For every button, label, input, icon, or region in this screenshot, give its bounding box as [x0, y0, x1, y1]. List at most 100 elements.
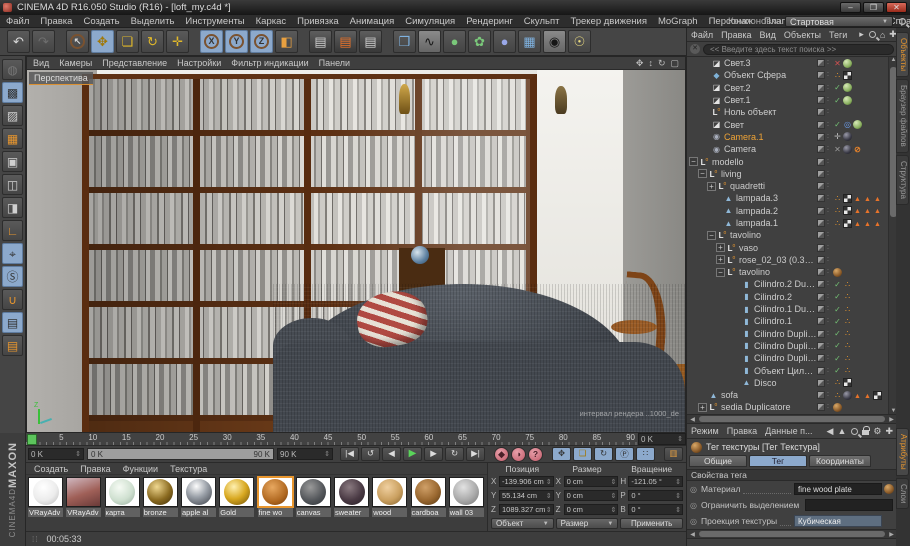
object-name[interactable]: Cilindro.1 Duplicatore	[754, 304, 817, 314]
object-tree-row[interactable]: sedia Duplicatore :	[687, 401, 897, 413]
visibility-dots-icon[interactable]: :	[827, 182, 831, 190]
render-view-button[interactable]: ▤	[309, 30, 332, 53]
texture-mode-button[interactable]: ▨	[2, 105, 23, 126]
grip-handle[interactable]: ⁞⁞	[32, 535, 38, 544]
viewport-menu-item[interactable]: Вид	[33, 58, 49, 68]
object-name[interactable]: rose_02_03 (0.32 m)	[739, 255, 817, 265]
visibility-dots-icon[interactable]: :	[827, 194, 831, 202]
viewport-menu-item[interactable]: Настройки	[177, 58, 221, 68]
edit-toggle-icon[interactable]	[817, 354, 825, 362]
spinner-icon[interactable]: ⇕	[546, 478, 552, 486]
visibility-dots-icon[interactable]: :	[827, 317, 831, 325]
visibility-dots-icon[interactable]: :	[827, 158, 831, 166]
object-manager-menu-item[interactable]: Вид	[760, 30, 776, 40]
quantize-toggle-button[interactable]: ∪	[2, 289, 23, 310]
edit-toggle-icon[interactable]	[817, 379, 825, 387]
object-name[interactable]: Свет.2	[724, 83, 817, 93]
viewport-zoom-icon[interactable]: ↕	[648, 58, 653, 69]
attribute-tab[interactable]: Координаты	[809, 455, 871, 467]
key-pla-toggle[interactable]: ∷	[636, 447, 655, 461]
viewport-canvas[interactable]: Перспектива интервал рендера ..1000_de Z	[27, 70, 685, 432]
expand-toggle-icon[interactable]	[716, 255, 725, 264]
material-item[interactable]: sweater	[334, 477, 370, 517]
object-name[interactable]: Cilindro Duplicatore.1	[754, 341, 817, 351]
workplane-lock-button[interactable]: ▤	[2, 312, 23, 333]
lock-icon[interactable]	[862, 430, 869, 435]
object-name[interactable]: sedia Duplicatore	[721, 402, 817, 412]
object-name[interactable]: Camera	[724, 144, 817, 154]
scroll-left-icon[interactable]: ◀	[688, 531, 697, 538]
object-name[interactable]: Disco	[754, 378, 817, 388]
visibility-dots-icon[interactable]: :	[827, 108, 831, 116]
spinner-icon[interactable]: ⇕	[324, 450, 330, 458]
object-name[interactable]: Cilindro.1	[754, 316, 817, 326]
visibility-dots-icon[interactable]: :	[827, 59, 831, 67]
add-camera-button[interactable]: ◉	[543, 30, 566, 53]
object-name[interactable]: Объект Цилиндр	[754, 366, 817, 376]
object-tree-row[interactable]: lampada.2 :	[687, 205, 897, 217]
edit-toggle-icon[interactable]	[817, 342, 825, 350]
attribute-menu-item[interactable]: Режим	[691, 426, 719, 436]
object-tree-row[interactable]: rose_02_03 (0.32 m) :	[687, 254, 897, 266]
expand-toggle-icon[interactable]	[716, 268, 725, 277]
keyframe-circle-icon[interactable]: ◎	[690, 485, 699, 494]
visibility-dots-icon[interactable]: :	[827, 71, 831, 79]
material-item[interactable]: wall 03	[449, 477, 485, 517]
lock-y-axis-button[interactable]: Y	[225, 30, 248, 53]
range-start-field[interactable]: 0 K ⇕	[28, 448, 84, 460]
scroll-thumb[interactable]	[699, 416, 885, 422]
menu-item[interactable]: Инструменты	[185, 16, 244, 27]
minimal-timeline-button[interactable]: ▥	[664, 447, 683, 461]
object-tree-row[interactable]: tavolino :	[687, 229, 897, 241]
preview-range-slider[interactable]: 0 K 90 K	[87, 448, 274, 460]
scroll-thumb[interactable]	[699, 531, 885, 537]
scale-tool[interactable]: ❏	[116, 30, 139, 53]
object-manager-menu-item[interactable]: Файл	[691, 30, 713, 40]
add-icon[interactable]: ✚	[885, 426, 893, 437]
edges-mode-button[interactable]: ◫	[2, 174, 23, 195]
viewport-pan-icon[interactable]: ✥	[636, 58, 644, 69]
object-name[interactable]: lampada.1	[736, 218, 817, 228]
history-up-icon[interactable]: ▲	[837, 426, 846, 436]
expand-arrow-icon[interactable]: ▸	[859, 29, 864, 40]
menu-item[interactable]: Симуляция	[405, 16, 455, 27]
playhead[interactable]	[27, 434, 37, 445]
attribute-tab[interactable]: Тег	[749, 455, 807, 467]
minimize-button[interactable]: –	[840, 2, 861, 13]
menu-item[interactable]: Выделить	[131, 16, 175, 27]
expand-toggle-icon[interactable]	[716, 243, 725, 252]
dock-tab[interactable]: Браузер файлов	[896, 79, 909, 153]
material-menu-item[interactable]: Правка	[80, 464, 110, 474]
dock-tab[interactable]: Структура	[896, 155, 909, 205]
coordinate-field[interactable]: 0 ° ⇕	[628, 504, 683, 515]
object-tree-row[interactable]: modello :	[687, 155, 897, 167]
edit-toggle-icon[interactable]	[817, 330, 825, 338]
maximize-button[interactable]: ❐	[863, 2, 884, 13]
visibility-dots-icon[interactable]: :	[827, 367, 831, 375]
scroll-right-icon[interactable]: ▶	[887, 531, 896, 538]
visibility-dots-icon[interactable]: :	[827, 379, 831, 387]
visibility-dots-icon[interactable]: :	[827, 293, 831, 301]
object-name[interactable]: lampada.3	[736, 193, 817, 203]
spinner-icon[interactable]: ⇕	[677, 435, 683, 443]
scroll-left-icon[interactable]: ◀	[688, 416, 697, 423]
snap-toggle-button[interactable]: Ⓢ	[2, 266, 23, 287]
size-mode-select[interactable]: Размер ▼	[556, 518, 619, 529]
object-tree-row[interactable]: Cilindro.2 Duplicatore :	[687, 278, 897, 290]
visibility-dots-icon[interactable]: :	[827, 354, 831, 362]
viewport-menu-item[interactable]: Камеры	[59, 58, 92, 68]
previous-key-button[interactable]: ↺	[361, 447, 380, 461]
object-tree-row[interactable]: lampada.3 :	[687, 192, 897, 204]
dock-tab[interactable]: Атрибуты	[896, 428, 909, 476]
key-rotation-toggle[interactable]: ↻	[594, 447, 613, 461]
frame-ruler[interactable]: 051015202530354045505560657075808590	[26, 433, 638, 445]
edit-toggle-icon[interactable]	[817, 84, 825, 92]
coordinate-field[interactable]: 0 cm ⇕	[564, 504, 619, 515]
object-tree-row[interactable]: Camera :	[687, 143, 897, 155]
coordinate-field[interactable]: 55.134 cm ⇕	[499, 490, 554, 501]
polygons-mode-button[interactable]: ◨	[2, 197, 23, 218]
coordinate-field[interactable]: -139.906 cm ⇕	[499, 476, 554, 487]
keyframe-circle-icon[interactable]: ◎	[690, 501, 699, 510]
spinner-icon[interactable]: ⇕	[75, 450, 81, 458]
object-tree-row[interactable]: Camera.1 :	[687, 131, 897, 143]
